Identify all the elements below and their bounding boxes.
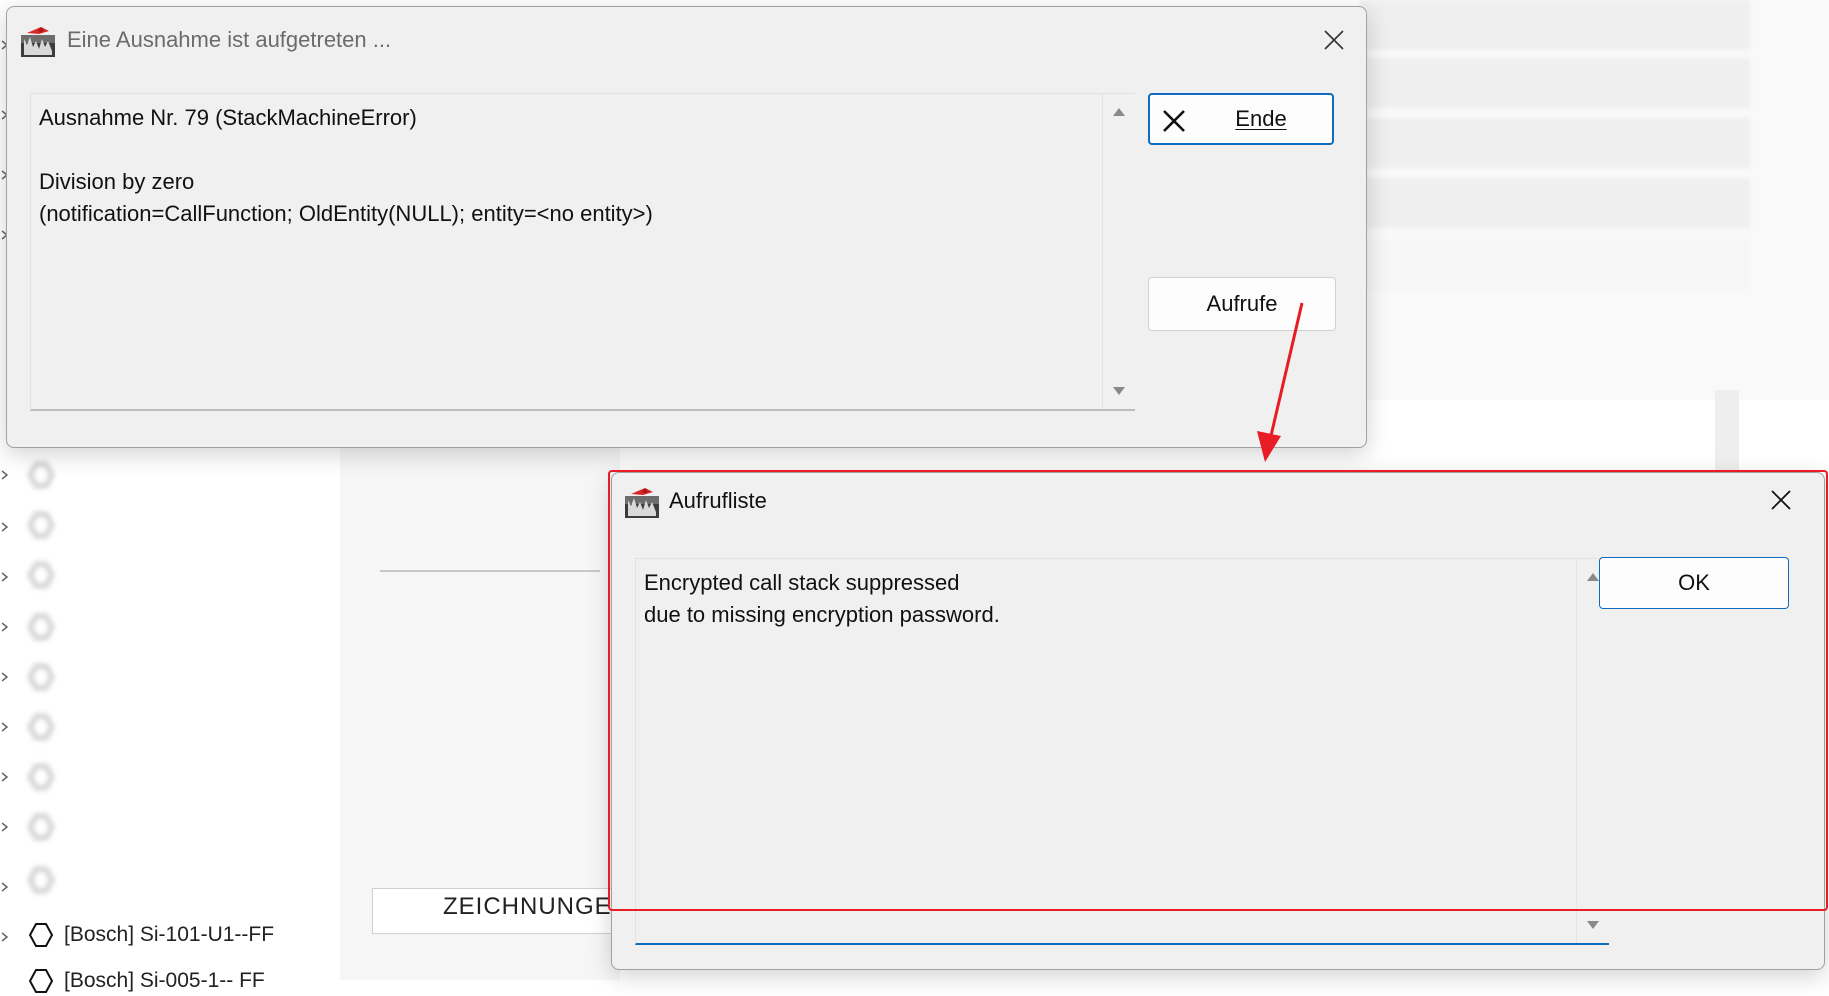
app-icon: [625, 488, 659, 518]
call-list-dialog: Aufrufliste Encrypted call stack suppres…: [611, 472, 1825, 970]
dialog-title: Eine Ausnahme ist aufgetreten ...: [67, 27, 392, 52]
tree-item[interactable]: [Bosch] Si-101-U1--FF: [28, 920, 318, 950]
background-right-panel: [1360, 0, 1829, 470]
tree-item: [28, 712, 318, 742]
scroll-down-icon[interactable]: [1113, 387, 1125, 395]
ok-button[interactable]: OK: [1599, 557, 1789, 609]
ok-button-label: OK: [1678, 570, 1710, 595]
chevron-right-icon: [1, 522, 9, 532]
vertical-scrollbar[interactable]: [1576, 559, 1609, 943]
hexagon-icon: [28, 463, 54, 487]
chevron-right-icon: [1, 470, 9, 480]
exception-message-text: Ausnahme Nr. 79 (StackMachineError) Divi…: [39, 105, 653, 226]
tree-item: [28, 865, 318, 895]
tree-item-label: [Bosch] Si-101-U1--FF: [64, 923, 275, 946]
chevron-right-icon: [1, 672, 9, 682]
close-icon: [1771, 490, 1791, 510]
chevron-right-icon: [1, 932, 9, 942]
dialog-title-bar[interactable]: Aufrufliste: [612, 473, 1824, 539]
chevron-right-icon: [1, 772, 9, 782]
tab-drawings[interactable]: ZEICHNUNGEN: [372, 888, 629, 934]
hexagon-icon: [28, 665, 54, 689]
tree-item: [28, 460, 318, 490]
tree-item: [28, 612, 318, 642]
chevron-right-icon: [1, 722, 9, 732]
dialog-title: Aufrufliste: [669, 488, 767, 513]
app-icon: [21, 27, 55, 57]
close-button[interactable]: [1758, 477, 1804, 523]
vertical-scrollbar[interactable]: [1102, 94, 1135, 409]
hexagon-icon: [28, 923, 54, 947]
end-button[interactable]: Ende: [1148, 93, 1334, 145]
divider: [380, 570, 600, 572]
hexagon-icon: [28, 513, 54, 537]
tree-item: [28, 510, 318, 540]
blurred-label: [392, 675, 398, 701]
hexagon-icon: [28, 715, 54, 739]
calls-button[interactable]: Aufrufe: [1148, 277, 1336, 331]
x-icon: [1163, 110, 1185, 132]
dialog-title-bar[interactable]: Eine Ausnahme ist aufgetreten ...: [7, 7, 1366, 73]
tree-item[interactable]: [Bosch] Si-005-1-- FF: [28, 966, 318, 996]
scroll-up-icon[interactable]: [1587, 573, 1599, 581]
scrollbar[interactable]: [1715, 390, 1739, 470]
scroll-down-icon[interactable]: [1587, 921, 1599, 929]
tree-item: [28, 762, 318, 792]
close-button[interactable]: [1311, 17, 1357, 63]
close-icon: [1324, 30, 1344, 50]
hexagon-icon: [28, 969, 54, 993]
call-stack-text: Encrypted call stack suppressed due to m…: [644, 570, 1000, 627]
chevron-right-icon: [1, 882, 9, 892]
exception-dialog: Eine Ausnahme ist aufgetreten ... Ausnah…: [6, 6, 1367, 448]
call-stack-text-box[interactable]: Encrypted call stack suppressed due to m…: [635, 558, 1609, 945]
hexagon-icon: [28, 615, 54, 639]
calls-button-label: Aufrufe: [1206, 291, 1278, 316]
end-button-label: Ende: [1235, 106, 1287, 131]
hexagon-icon: [28, 563, 54, 587]
tab-label: ZEICHNUNGEN: [443, 893, 631, 920]
hexagon-icon: [28, 868, 54, 892]
hexagon-icon: [28, 815, 54, 839]
chevron-right-icon: [1, 572, 9, 582]
chevron-right-icon: [1, 622, 9, 632]
tree-item-label: [Bosch] Si-005-1-- FF: [64, 969, 265, 992]
tree-item: [28, 662, 318, 692]
tree-item: [28, 812, 318, 842]
exception-message-box[interactable]: Ausnahme Nr. 79 (StackMachineError) Divi…: [30, 93, 1135, 411]
tree-item: [28, 560, 318, 590]
blurred-label: [392, 610, 398, 636]
hexagon-icon: [28, 765, 54, 789]
chevron-right-icon: [1, 822, 9, 832]
scroll-up-icon[interactable]: [1113, 108, 1125, 116]
